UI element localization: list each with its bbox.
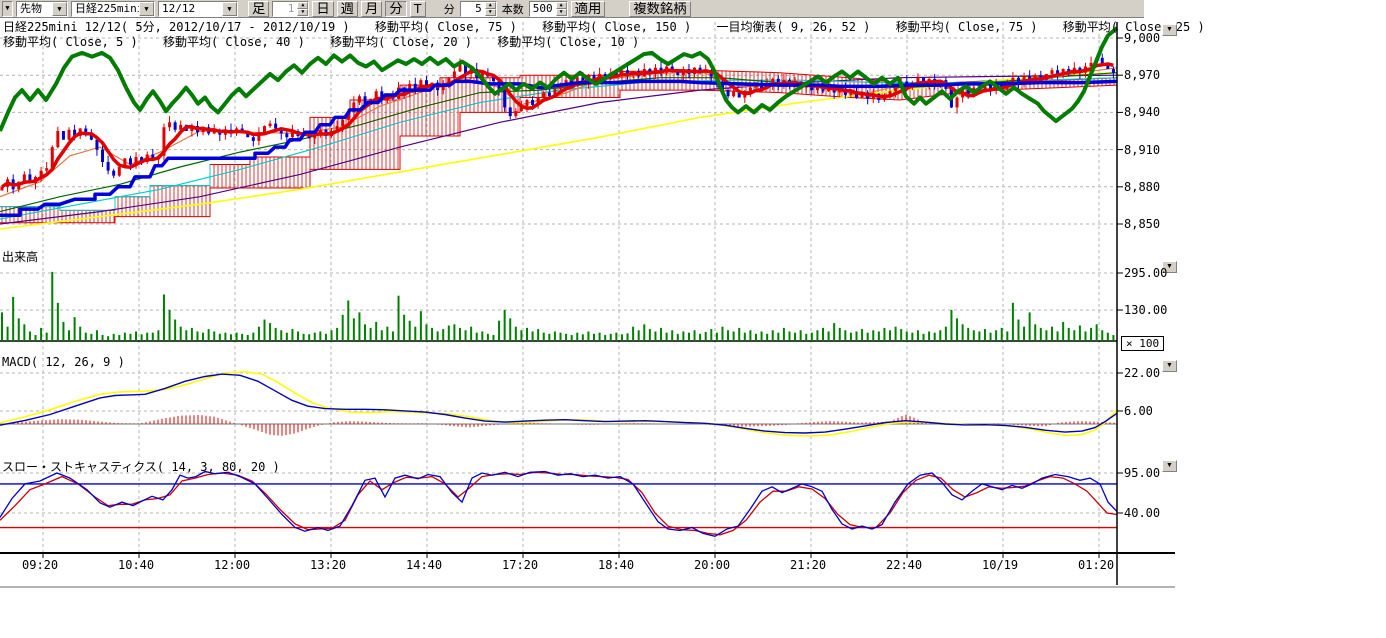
axis-value-label: 9,000 xyxy=(1124,32,1160,44)
legend-ma75: 移動平均( Close, 75 ) xyxy=(375,20,517,34)
legend-ma5: 移動平均( Close, 5 ) xyxy=(3,35,138,49)
time-axis-label: 13:20 xyxy=(310,558,346,572)
axis-value-label: 8,940 xyxy=(1124,106,1160,118)
axis-value-label: 8,910 xyxy=(1124,144,1160,156)
chart-title-legend-row1: 日経225mini 12/12( 5分, 2012/10/17 - 2012/1… xyxy=(3,21,1223,34)
time-axis-label: 01:20 xyxy=(1078,558,1114,572)
legend-ma150: 移動平均( Close, 150 ) xyxy=(542,20,691,34)
axis-value-label: 95.00 xyxy=(1124,467,1160,479)
chart-application-window: ▼ 先物 ▼ 日経225mini ▼ 12/12 ▼ 足 1 ▲▼ 日 週 月 … xyxy=(0,0,1386,638)
chart-title: 日経225mini 12/12( 5分, 2012/10/17 - 2012/1… xyxy=(3,20,350,34)
axis-value-label: 8,970 xyxy=(1124,69,1160,81)
axis-value-label: 130.00 xyxy=(1124,304,1167,316)
chart-title-legend-row2: 移動平均( Close, 5 ) 移動平均( Close, 40 ) 移動平均(… xyxy=(3,36,657,49)
stoch-pane-menu-button[interactable]: ▼ xyxy=(1162,460,1177,472)
chevron-down-icon: ▼ xyxy=(1166,26,1173,33)
time-axis-label: 21:20 xyxy=(790,558,826,572)
axis-value-label: 295.00 xyxy=(1124,267,1167,279)
time-axis-label: 18:40 xyxy=(598,558,634,572)
time-axis-label: 22:40 xyxy=(886,558,922,572)
legend-ma40: 移動平均( Close, 40 ) xyxy=(163,35,305,49)
chart-canvas[interactable] xyxy=(0,0,1386,620)
chevron-down-icon: ▼ xyxy=(1166,362,1173,369)
legend-ichimoku: 一目均衡表( 9, 26, 52 ) xyxy=(716,20,870,34)
chevron-down-icon: ▼ xyxy=(1166,462,1173,469)
time-axis-label: 20:00 xyxy=(694,558,730,572)
time-axis-label: 10/19 xyxy=(982,558,1018,572)
axis-value-label: 8,850 xyxy=(1124,218,1160,230)
legend-ma20: 移動平均( Close, 20 ) xyxy=(330,35,472,49)
price-pane-menu-button[interactable]: ▼ xyxy=(1162,24,1177,36)
time-axis-label: 17:20 xyxy=(502,558,538,572)
time-axis-label: 12:00 xyxy=(214,558,250,572)
time-axis-label: 09:20 xyxy=(22,558,58,572)
stochastics-pane-label: スロー・ストキャスティクス( 14, 3, 80, 20 ) xyxy=(2,461,280,474)
macd-pane-menu-button[interactable]: ▼ xyxy=(1162,360,1177,372)
axis-value-label: 8,880 xyxy=(1124,181,1160,193)
volume-pane-label: 出来高 xyxy=(2,251,38,264)
macd-pane-label: MACD( 12, 26, 9 ) xyxy=(2,356,125,369)
legend-ma10: 移動平均( Close, 10 ) xyxy=(497,35,639,49)
legend-ma75b: 移動平均( Close, 75 ) xyxy=(896,20,1038,34)
axis-value-label: 6.00 xyxy=(1124,405,1153,417)
volume-unit-box: × 100 xyxy=(1121,336,1164,351)
axis-value-label: 22.00 xyxy=(1124,367,1160,379)
time-axis-label: 14:40 xyxy=(406,558,442,572)
axis-value-label: 40.00 xyxy=(1124,507,1160,519)
time-axis-label: 10:40 xyxy=(118,558,154,572)
time-axis-labels: 09:20 10:40 12:00 13:20 14:40 17:20 18:40 20:00… xyxy=(0,558,1118,573)
